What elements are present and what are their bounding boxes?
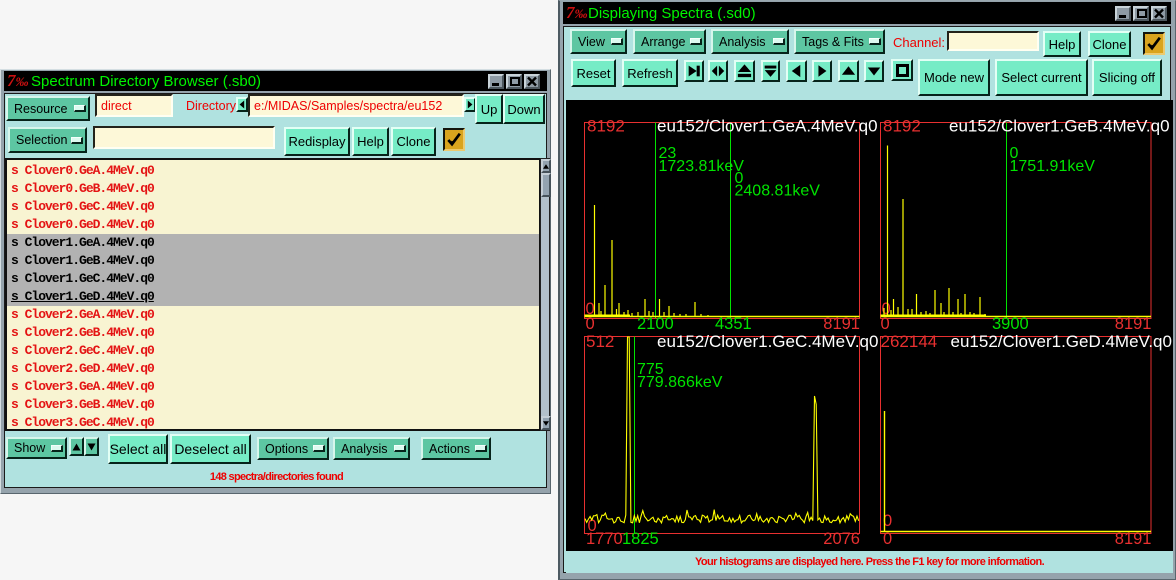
svg-text:779.866keV: 779.866keV xyxy=(637,374,723,391)
svg-text:1825: 1825 xyxy=(622,530,659,548)
svg-text:2100: 2100 xyxy=(637,315,674,333)
svg-text:2076: 2076 xyxy=(823,530,860,548)
svg-text:2408.81keV: 2408.81keV xyxy=(735,183,821,200)
svg-text:512: 512 xyxy=(586,332,614,351)
svg-text:eu152/Clover1.GeA.4MeV.q0: eu152/Clover1.GeA.4MeV.q0 xyxy=(657,117,878,136)
svg-text:3900: 3900 xyxy=(992,315,1029,333)
svg-text:8191: 8191 xyxy=(1115,530,1152,548)
svg-text:0: 0 xyxy=(881,315,890,333)
svg-text:eu152/Clover1.GeD.4MeV.q0: eu152/Clover1.GeD.4MeV.q0 xyxy=(951,332,1172,351)
svg-text:8192: 8192 xyxy=(883,117,921,136)
svg-text:8192: 8192 xyxy=(587,117,625,136)
svg-text:eu152/Clover1.GeC.4MeV.q0: eu152/Clover1.GeC.4MeV.q0 xyxy=(657,332,878,351)
svg-text:4351: 4351 xyxy=(715,315,752,333)
svg-text:8191: 8191 xyxy=(823,315,860,333)
svg-text:262144: 262144 xyxy=(881,332,938,351)
svg-text:1723.81keV: 1723.81keV xyxy=(659,158,745,175)
svg-text:0: 0 xyxy=(586,315,595,333)
svg-text:eu152/Clover1.GeB.4MeV.q0: eu152/Clover1.GeB.4MeV.q0 xyxy=(949,117,1170,136)
svg-text:8191: 8191 xyxy=(1115,315,1152,333)
svg-text:0: 0 xyxy=(883,530,892,548)
svg-text:1770: 1770 xyxy=(586,530,623,548)
svg-text:1751.91keV: 1751.91keV xyxy=(1010,158,1096,175)
